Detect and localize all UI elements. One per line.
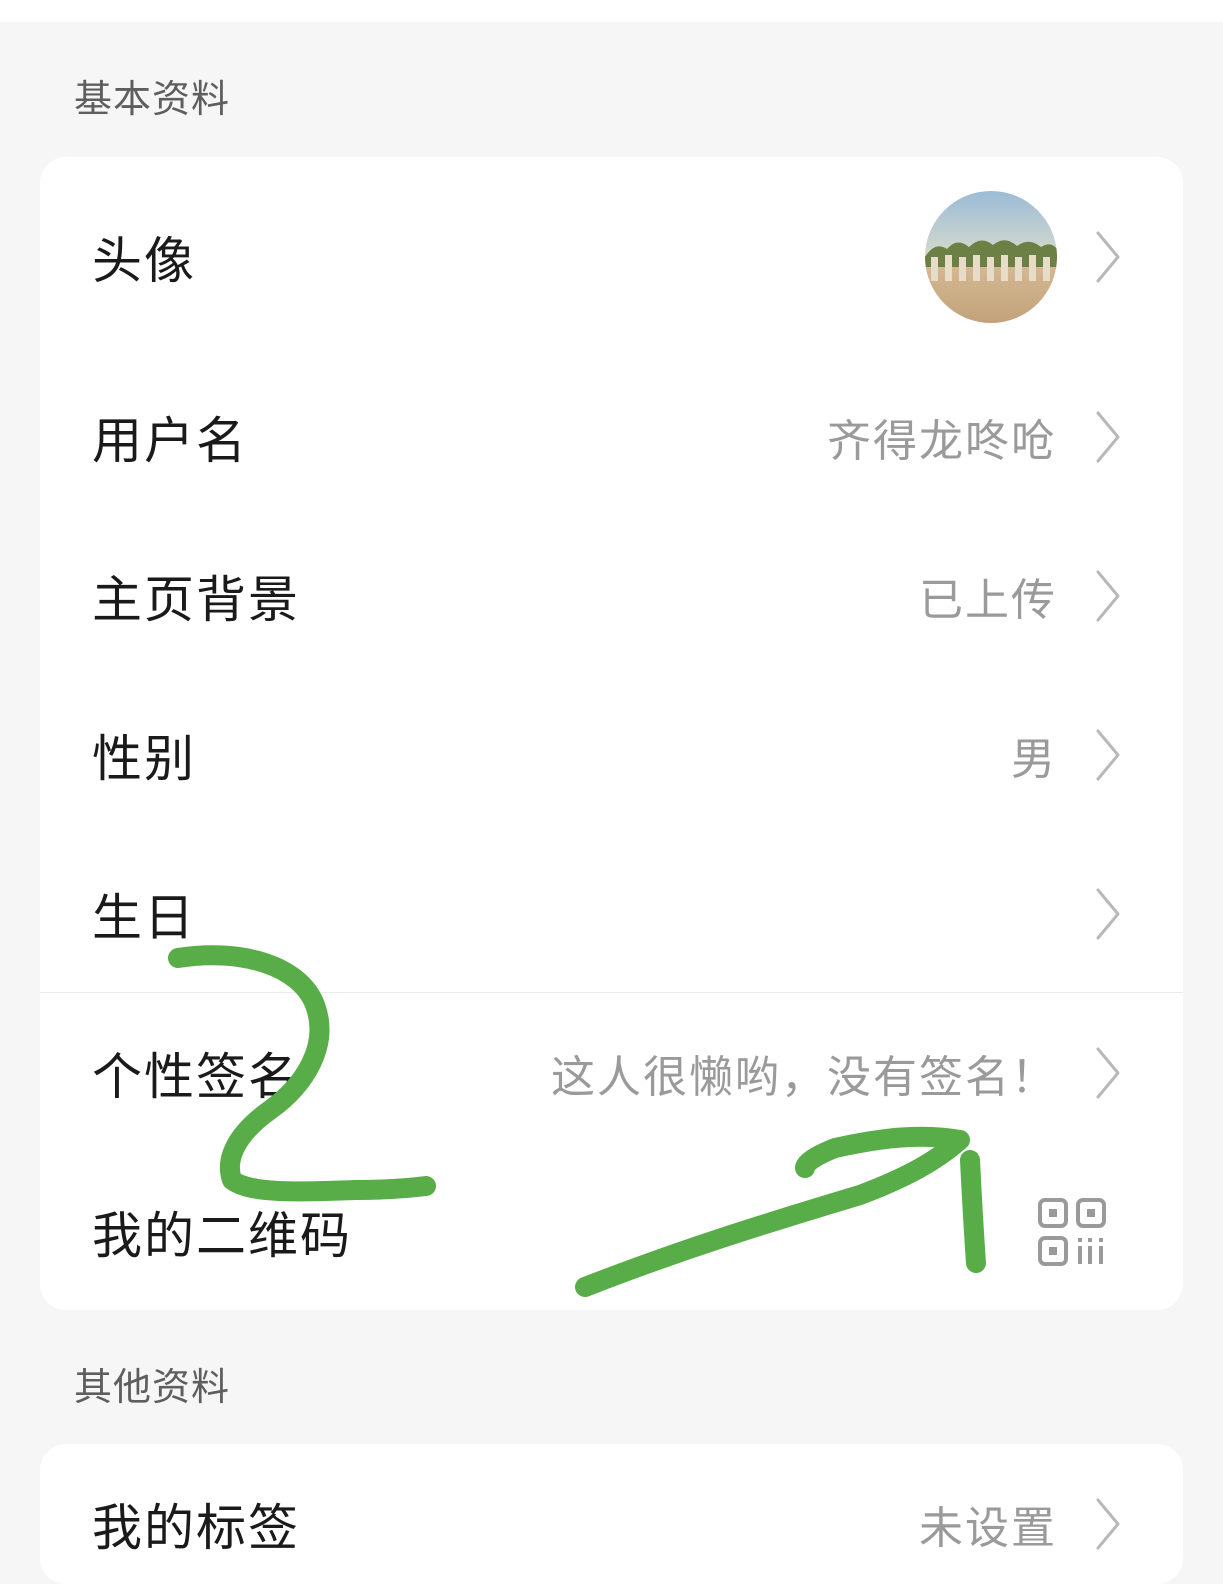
other-info-card: 我的标签 未设置 xyxy=(40,1444,1183,1584)
row-username-label: 用户名 xyxy=(92,412,248,470)
row-homepage-background-label: 主页背景 xyxy=(92,571,300,629)
row-birthday[interactable]: 生日 xyxy=(40,834,1183,994)
row-avatar[interactable]: 头像 xyxy=(40,177,1183,337)
row-birthday-label: 生日 xyxy=(92,889,196,947)
row-signature[interactable]: 个性签名 这人很懒哟，没有签名！ xyxy=(40,993,1183,1153)
section-header-other: 其他资料 xyxy=(74,1365,231,1409)
basic-info-card: 头像 用户名 齐得龙咚呛 主页背景 已上传 性别 男 生日 个性签名 这人很懒哟… xyxy=(40,157,1183,1310)
row-signature-value: 这人很懒哟，没有签名！ xyxy=(551,1052,1057,1103)
chevron-right-icon xyxy=(1096,231,1120,283)
row-gender-label: 性别 xyxy=(92,730,196,788)
top-bar xyxy=(0,0,1223,22)
row-username[interactable]: 用户名 齐得龙咚呛 xyxy=(40,357,1183,517)
chevron-right-icon xyxy=(1096,1498,1120,1550)
row-qrcode-label: 我的二维码 xyxy=(92,1207,352,1265)
row-homepage-background-value: 已上传 xyxy=(919,575,1057,626)
row-gender[interactable]: 性别 男 xyxy=(40,675,1183,835)
row-tags[interactable]: 我的标签 未设置 xyxy=(40,1444,1183,1584)
chevron-right-icon xyxy=(1096,1047,1120,1099)
qr-code-icon[interactable] xyxy=(1037,1197,1107,1267)
row-gender-value: 男 xyxy=(1011,734,1057,785)
chevron-right-icon xyxy=(1096,888,1120,940)
chevron-right-icon xyxy=(1096,570,1120,622)
row-qrcode[interactable]: 我的二维码 xyxy=(40,1152,1183,1310)
row-username-value: 齐得龙咚呛 xyxy=(827,416,1057,467)
chevron-right-icon xyxy=(1096,729,1120,781)
row-tags-value: 未设置 xyxy=(919,1503,1057,1554)
row-tags-label: 我的标签 xyxy=(92,1499,300,1557)
row-homepage-background[interactable]: 主页背景 已上传 xyxy=(40,516,1183,676)
row-avatar-label: 头像 xyxy=(92,232,196,290)
chevron-right-icon xyxy=(1096,411,1120,463)
section-header-basic: 基本资料 xyxy=(74,77,231,121)
avatar[interactable] xyxy=(925,191,1057,323)
row-signature-label: 个性签名 xyxy=(92,1048,300,1106)
